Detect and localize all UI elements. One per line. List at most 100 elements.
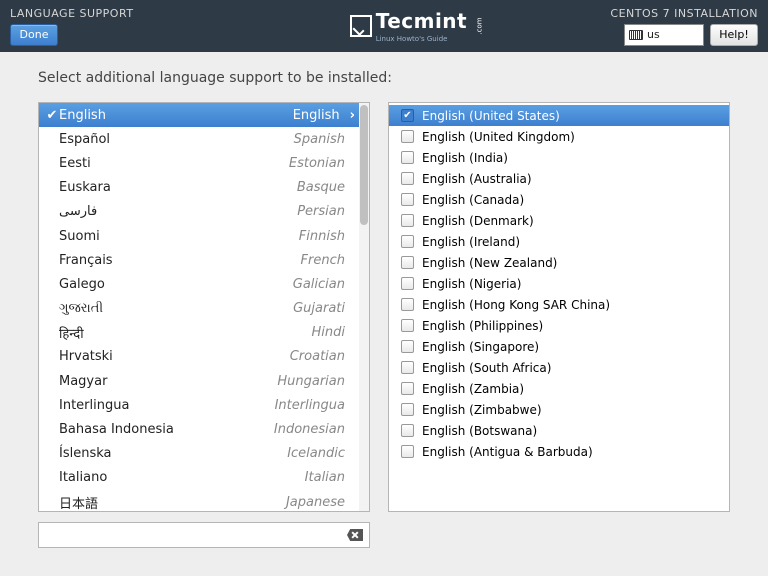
language-row[interactable]: ગુજરાતીGujarati <box>39 297 369 321</box>
language-english-label: Galician <box>293 277 345 292</box>
locale-row[interactable]: English (Singapore) <box>389 336 729 357</box>
language-row[interactable]: ItalianoItalian <box>39 466 369 490</box>
locale-label: English (South Africa) <box>422 361 551 375</box>
language-english-label: French <box>301 253 345 268</box>
locale-checkbox[interactable] <box>401 193 414 206</box>
language-native-label: Français <box>59 253 301 268</box>
done-button[interactable]: Done <box>10 24 58 46</box>
locale-row[interactable]: English (Philippines) <box>389 315 729 336</box>
locale-row[interactable]: English (Zimbabwe) <box>389 399 729 420</box>
locale-row[interactable]: English (Zambia) <box>389 378 729 399</box>
locale-row[interactable]: English (United States) <box>389 105 729 126</box>
help-button[interactable]: Help! <box>710 24 758 46</box>
locale-checkbox[interactable] <box>401 361 414 374</box>
language-english-label: Spanish <box>294 132 345 147</box>
language-english-label: Icelandic <box>287 446 345 461</box>
keyboard-icon <box>629 30 643 40</box>
locale-list-pane[interactable]: English (United States) English (United K… <box>388 102 730 512</box>
scrollbar-thumb[interactable] <box>360 105 368 225</box>
logo-subtitle: Linux Howto's Guide <box>376 35 467 43</box>
locale-row[interactable]: English (Denmark) <box>389 210 729 231</box>
locale-label: English (Zambia) <box>422 382 524 396</box>
language-row[interactable]: EestiEstonian <box>39 151 369 175</box>
language-row[interactable]: SuomiFinnish <box>39 224 369 248</box>
language-native-label: Suomi <box>59 229 299 244</box>
clear-search-icon[interactable] <box>347 529 363 541</box>
locale-checkbox[interactable] <box>401 214 414 227</box>
search-box[interactable] <box>38 522 370 548</box>
locale-checkbox[interactable] <box>401 319 414 332</box>
language-english-label: Finnish <box>299 229 345 244</box>
locale-checkbox[interactable] <box>401 277 414 290</box>
locale-row[interactable]: English (Australia) <box>389 168 729 189</box>
language-row[interactable]: हिन्दीHindi <box>39 321 369 345</box>
language-native-label: Bahasa Indonesia <box>59 422 274 437</box>
language-english-label: English <box>293 108 340 123</box>
locale-row[interactable]: English (United Kingdom) <box>389 126 729 147</box>
language-english-label: Hindi <box>312 325 346 340</box>
locale-row[interactable]: English (New Zealand) <box>389 252 729 273</box>
language-english-label: Interlingua <box>275 398 345 413</box>
language-native-label: Magyar <box>59 374 277 389</box>
language-row[interactable]: EspañolSpanish <box>39 127 369 151</box>
language-native-label: Eesti <box>59 156 289 171</box>
language-native-label: ગુજરાતી <box>59 301 293 316</box>
locale-checkbox[interactable] <box>401 340 414 353</box>
language-native-label: English <box>59 108 293 123</box>
language-row[interactable]: InterlinguaInterlingua <box>39 393 369 417</box>
logo-text: Tecmint <box>376 9 467 33</box>
locale-label: English (Philippines) <box>422 319 543 333</box>
locale-label: English (United Kingdom) <box>422 130 575 144</box>
locale-row[interactable]: English (Botswana) <box>389 420 729 441</box>
scrollbar-track[interactable] <box>359 103 369 511</box>
language-row[interactable]: ✔EnglishEnglish› <box>39 103 369 127</box>
locale-checkbox[interactable] <box>401 172 414 185</box>
search-input[interactable] <box>45 528 347 542</box>
language-row[interactable]: EuskaraBasque <box>39 176 369 200</box>
locale-checkbox[interactable] <box>401 109 414 122</box>
locale-row[interactable]: English (South Africa) <box>389 357 729 378</box>
locale-checkbox[interactable] <box>401 130 414 143</box>
language-row[interactable]: Bahasa IndonesiaIndonesian <box>39 417 369 441</box>
locale-row[interactable]: English (Canada) <box>389 189 729 210</box>
locale-label: English (Zimbabwe) <box>422 403 542 417</box>
logo: Tecmint Linux Howto's Guide .com <box>350 9 489 43</box>
locale-label: English (Denmark) <box>422 214 534 228</box>
locale-label: English (Botswana) <box>422 424 537 438</box>
logo-com: .com <box>476 17 484 34</box>
locale-checkbox[interactable] <box>401 298 414 311</box>
page-heading: Select additional language support to be… <box>38 70 730 86</box>
language-row[interactable]: 日本語Japanese <box>39 490 369 514</box>
language-english-label: Croatian <box>290 349 345 364</box>
language-native-label: 日本語 <box>59 493 286 512</box>
language-list-pane: ✔EnglishEnglish›EspañolSpanishEestiEston… <box>38 102 370 512</box>
locale-row[interactable]: English (Antigua & Barbuda) <box>389 441 729 462</box>
locale-checkbox[interactable] <box>401 151 414 164</box>
locale-row[interactable]: English (Ireland) <box>389 231 729 252</box>
locale-checkbox[interactable] <box>401 445 414 458</box>
locale-checkbox[interactable] <box>401 403 414 416</box>
locale-row[interactable]: English (Nigeria) <box>389 273 729 294</box>
language-row[interactable]: HrvatskiCroatian <box>39 345 369 369</box>
locale-checkbox[interactable] <box>401 424 414 437</box>
language-row[interactable]: ÍslenskaIcelandic <box>39 442 369 466</box>
locale-label: English (United States) <box>422 109 560 123</box>
keyboard-layout-selector[interactable]: us <box>624 24 704 46</box>
locale-checkbox[interactable] <box>401 256 414 269</box>
language-list[interactable]: ✔EnglishEnglish›EspañolSpanishEestiEston… <box>39 103 369 514</box>
language-native-label: Interlingua <box>59 398 275 413</box>
language-row[interactable]: GalegoGalician <box>39 272 369 296</box>
language-english-label: Gujarati <box>293 301 345 316</box>
language-english-label: Hungarian <box>277 374 345 389</box>
language-row[interactable]: فارسیPersian <box>39 200 369 224</box>
locale-row[interactable]: English (Hong Kong SAR China) <box>389 294 729 315</box>
language-row[interactable]: FrançaisFrench <box>39 248 369 272</box>
language-row[interactable]: MagyarHungarian <box>39 369 369 393</box>
locale-checkbox[interactable] <box>401 382 414 395</box>
locale-label: English (New Zealand) <box>422 256 557 270</box>
locale-checkbox[interactable] <box>401 235 414 248</box>
check-icon: ✔ <box>45 108 59 123</box>
locale-row[interactable]: English (India) <box>389 147 729 168</box>
language-native-label: Galego <box>59 277 293 292</box>
locale-label: English (Antigua & Barbuda) <box>422 445 593 459</box>
